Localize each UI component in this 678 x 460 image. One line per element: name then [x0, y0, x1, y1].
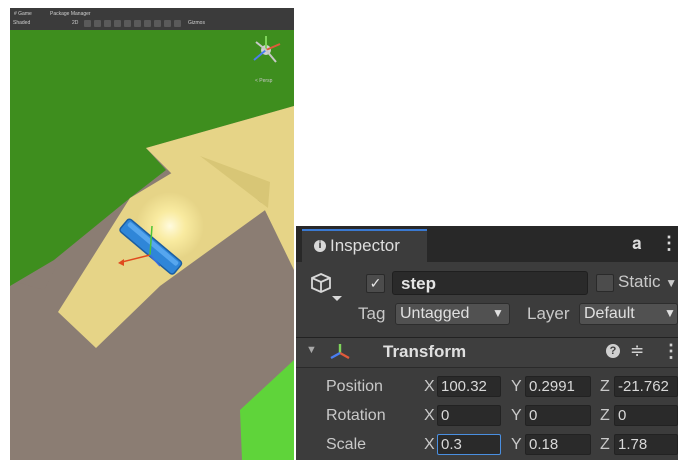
info-icon: i — [314, 240, 326, 252]
scale-x-field[interactable]: 0.3 — [437, 434, 501, 455]
scale-z-label[interactable]: Z — [600, 436, 610, 454]
scale-label[interactable]: Scale — [326, 436, 366, 454]
inspector-panel: i Inspector 𝐚 ⋮ ✓ step Static ▼ Tag Unta… — [296, 226, 678, 460]
kebab-menu-icon[interactable]: ⋮ — [660, 233, 678, 254]
tag-dropdown[interactable]: Untagged ▼ — [395, 303, 510, 325]
rotation-y-label[interactable]: Y — [511, 407, 522, 425]
render-mode-button[interactable] — [174, 20, 181, 27]
tag-value: Untagged — [400, 305, 470, 322]
position-label[interactable]: Position — [326, 378, 383, 396]
2d-toggle[interactable]: 2D — [72, 20, 78, 27]
transform-icon — [330, 344, 350, 360]
chevron-down-icon: ▼ — [665, 276, 678, 290]
effects-toggle[interactable] — [104, 20, 111, 27]
camera-settings-button[interactable] — [144, 20, 151, 27]
static-checkbox[interactable] — [596, 274, 614, 292]
audio-toggle[interactable] — [94, 20, 101, 27]
projection-label[interactable]: < Persp — [255, 78, 272, 84]
scale-z-field[interactable]: 1.78 — [614, 434, 678, 455]
game-tab[interactable]: # Game — [14, 10, 32, 18]
package-manager-tab[interactable]: Package Manager — [50, 10, 91, 18]
position-x-label[interactable]: X — [424, 378, 435, 396]
scene-view[interactable]: # Game Package Manager Shaded 2D Gizmos — [10, 8, 294, 460]
presets-icon[interactable]: ≑ — [630, 341, 644, 361]
rotation-z-label[interactable]: Z — [600, 407, 610, 425]
chevron-down-icon: ▼ — [492, 306, 504, 320]
rotation-x-label[interactable]: X — [424, 407, 435, 425]
position-z-label[interactable]: Z — [600, 378, 610, 396]
layer-value: Default — [584, 305, 635, 322]
scale-y-field[interactable]: 0.18 — [525, 434, 591, 455]
inspector-tab[interactable]: i Inspector — [302, 229, 427, 262]
view-options-button[interactable] — [164, 20, 171, 27]
scene-toolbar: # Game Package Manager Shaded 2D Gizmos — [10, 8, 294, 31]
lighting-toggle[interactable] — [84, 20, 91, 27]
scene-canvas[interactable] — [10, 30, 294, 460]
chevron-down-icon: ▼ — [664, 306, 676, 320]
grid-toggle[interactable] — [124, 20, 131, 27]
scale-x-label[interactable]: X — [424, 436, 435, 454]
rotation-x-field[interactable]: 0 — [437, 405, 501, 426]
tools-toggle[interactable] — [134, 20, 141, 27]
position-y-label[interactable]: Y — [511, 378, 522, 396]
lock-icon[interactable]: 𝐚 — [632, 234, 642, 254]
position-y-field[interactable]: 0.2991 — [525, 376, 591, 397]
snap-toggle[interactable] — [154, 20, 161, 27]
component-menu-icon[interactable]: ⋮ — [662, 341, 678, 362]
rotation-label[interactable]: Rotation — [326, 407, 386, 425]
rotation-y-field[interactable]: 0 — [525, 405, 591, 426]
hidden-objects-toggle[interactable] — [114, 20, 121, 27]
checkmark-icon: ✓ — [369, 275, 382, 291]
tag-label: Tag — [358, 304, 386, 323]
layer-dropdown[interactable]: Default ▼ — [579, 303, 678, 325]
gameobject-icon[interactable] — [310, 270, 342, 302]
position-z-field[interactable]: -21.762 — [614, 376, 678, 397]
static-dropdown[interactable]: Static ▼ — [618, 272, 677, 292]
rotation-z-field[interactable]: 0 — [614, 405, 678, 426]
help-icon[interactable]: ? — [606, 344, 620, 358]
gizmos-dropdown[interactable]: Gizmos — [188, 20, 205, 27]
object-name-field[interactable]: step — [392, 271, 588, 295]
shading-mode-dropdown[interactable]: Shaded — [13, 20, 30, 27]
inspector-tab-label: Inspector — [330, 236, 400, 255]
transform-header[interactable]: ▼ Transform ? ≑ ⋮ — [296, 338, 678, 368]
foldout-arrow-icon[interactable]: ▼ — [306, 344, 317, 356]
transform-title: Transform — [383, 342, 467, 361]
layer-label: Layer — [527, 304, 570, 323]
position-x-field[interactable]: 100.32 — [437, 376, 501, 397]
inspector-tabbar: i Inspector 𝐚 ⋮ — [296, 226, 678, 262]
object-name-value: step — [401, 274, 436, 293]
scale-y-label[interactable]: Y — [511, 436, 522, 454]
active-checkbox[interactable]: ✓ — [366, 274, 385, 293]
